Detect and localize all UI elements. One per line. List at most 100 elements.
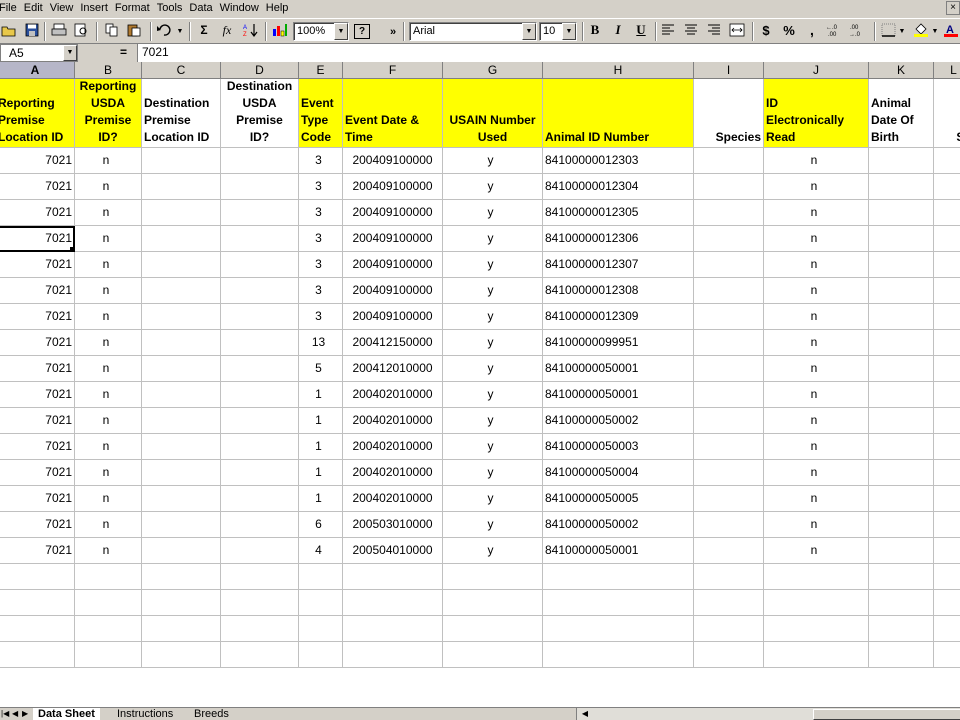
undo-dropdown-icon[interactable]: ▼ — [176, 22, 184, 41]
table-cell[interactable]: y — [443, 226, 543, 252]
table-cell[interactable]: 200412150000 — [343, 330, 443, 356]
table-cell[interactable]: 200503010000 — [343, 512, 443, 538]
scrollbar-thumb[interactable] — [813, 709, 960, 720]
first-sheet-icon[interactable]: |◀ — [1, 708, 9, 720]
table-cell[interactable] — [299, 642, 343, 668]
table-cell[interactable]: n — [75, 486, 142, 512]
table-cell[interactable]: 84100000099951 — [543, 330, 694, 356]
table-cell[interactable] — [934, 200, 960, 226]
table-cell[interactable]: y — [443, 460, 543, 486]
table-cell[interactable] — [543, 564, 694, 590]
table-cell[interactable] — [694, 590, 764, 616]
table-cell[interactable] — [869, 226, 934, 252]
table-cell[interactable]: 5 — [299, 356, 343, 382]
bold-button[interactable]: B — [586, 22, 604, 38]
table-cell[interactable]: n — [764, 148, 869, 174]
header-cell-h[interactable]: Animal ID Number — [543, 79, 694, 148]
table-cell[interactable]: n — [764, 304, 869, 330]
menu-view[interactable]: View — [47, 0, 78, 17]
table-cell[interactable] — [221, 174, 299, 200]
table-cell[interactable] — [694, 616, 764, 642]
table-cell[interactable]: 200409100000 — [343, 200, 443, 226]
table-cell[interactable] — [694, 564, 764, 590]
table-cell[interactable] — [694, 278, 764, 304]
header-cell-b[interactable]: Reporting USDA Premise ID? — [75, 79, 142, 148]
table-cell[interactable] — [142, 434, 221, 460]
table-cell[interactable] — [869, 434, 934, 460]
table-cell[interactable] — [694, 200, 764, 226]
table-cell[interactable]: n — [75, 304, 142, 330]
table-cell[interactable]: 7021 — [0, 356, 75, 382]
table-cell[interactable] — [142, 356, 221, 382]
table-cell[interactable]: 84100000050001 — [543, 382, 694, 408]
close-window-icon[interactable]: × — [946, 1, 960, 15]
table-cell[interactable] — [443, 642, 543, 668]
table-cell[interactable] — [0, 616, 75, 642]
column-header-d[interactable]: D — [221, 62, 299, 79]
header-cell-e[interactable]: Event Type Code — [299, 79, 343, 148]
table-cell[interactable]: n — [75, 174, 142, 200]
toolbar-options-icon[interactable]: » — [388, 22, 398, 41]
table-cell[interactable]: y — [443, 148, 543, 174]
table-cell[interactable] — [869, 304, 934, 330]
function-icon[interactable]: fx — [218, 22, 236, 38]
table-cell[interactable]: y — [443, 434, 543, 460]
table-cell[interactable] — [764, 590, 869, 616]
undo-icon[interactable] — [155, 22, 173, 38]
table-cell[interactable] — [0, 564, 75, 590]
table-cell[interactable] — [221, 252, 299, 278]
align-left-icon[interactable] — [659, 22, 677, 38]
table-cell[interactable]: y — [443, 538, 543, 564]
table-cell[interactable] — [142, 460, 221, 486]
table-cell[interactable] — [934, 564, 960, 590]
table-cell[interactable] — [694, 460, 764, 486]
scroll-left-icon[interactable]: ◀ — [579, 708, 591, 720]
table-cell[interactable]: 200409100000 — [343, 252, 443, 278]
table-cell[interactable]: y — [443, 278, 543, 304]
table-cell[interactable] — [764, 564, 869, 590]
table-cell[interactable] — [764, 642, 869, 668]
table-cell[interactable] — [299, 616, 343, 642]
table-cell[interactable] — [694, 356, 764, 382]
currency-button[interactable]: $ — [757, 22, 775, 38]
table-cell[interactable] — [934, 330, 960, 356]
table-cell[interactable]: 7021 — [0, 408, 75, 434]
table-cell[interactable] — [75, 642, 142, 668]
menu-edit[interactable]: Edit — [21, 0, 47, 17]
table-cell[interactable] — [221, 278, 299, 304]
table-cell[interactable]: y — [443, 486, 543, 512]
tab-data-sheet[interactable]: Data Sheet — [33, 708, 100, 720]
table-cell[interactable]: 7021 — [0, 382, 75, 408]
table-cell[interactable]: n — [75, 200, 142, 226]
table-cell[interactable]: n — [764, 356, 869, 382]
table-cell[interactable] — [142, 330, 221, 356]
table-cell[interactable] — [869, 252, 934, 278]
table-cell[interactable] — [221, 564, 299, 590]
table-cell[interactable] — [869, 148, 934, 174]
table-cell[interactable] — [934, 486, 960, 512]
table-cell[interactable] — [869, 564, 934, 590]
copy-icon[interactable] — [103, 22, 121, 38]
table-cell[interactable]: n — [75, 278, 142, 304]
table-cell[interactable] — [221, 226, 299, 252]
chevron-down-icon[interactable]: ▼ — [63, 45, 77, 61]
table-cell[interactable] — [694, 538, 764, 564]
table-cell[interactable]: n — [75, 512, 142, 538]
table-cell[interactable] — [142, 590, 221, 616]
table-cell[interactable] — [869, 382, 934, 408]
table-cell[interactable] — [221, 460, 299, 486]
table-cell[interactable] — [764, 616, 869, 642]
table-cell[interactable] — [934, 356, 960, 382]
table-cell[interactable]: 1 — [299, 486, 343, 512]
table-cell[interactable] — [221, 200, 299, 226]
table-cell[interactable] — [934, 382, 960, 408]
table-cell[interactable]: 84100000012306 — [543, 226, 694, 252]
table-cell[interactable] — [343, 642, 443, 668]
table-cell[interactable]: n — [75, 460, 142, 486]
horizontal-scrollbar[interactable]: ◀ — [576, 708, 960, 720]
table-cell[interactable] — [869, 616, 934, 642]
table-cell[interactable]: y — [443, 356, 543, 382]
table-cell[interactable]: 84100000050002 — [543, 512, 694, 538]
table-cell[interactable]: 7021 — [0, 252, 75, 278]
decrease-decimal-icon[interactable]: .00 →.0 — [849, 22, 867, 38]
